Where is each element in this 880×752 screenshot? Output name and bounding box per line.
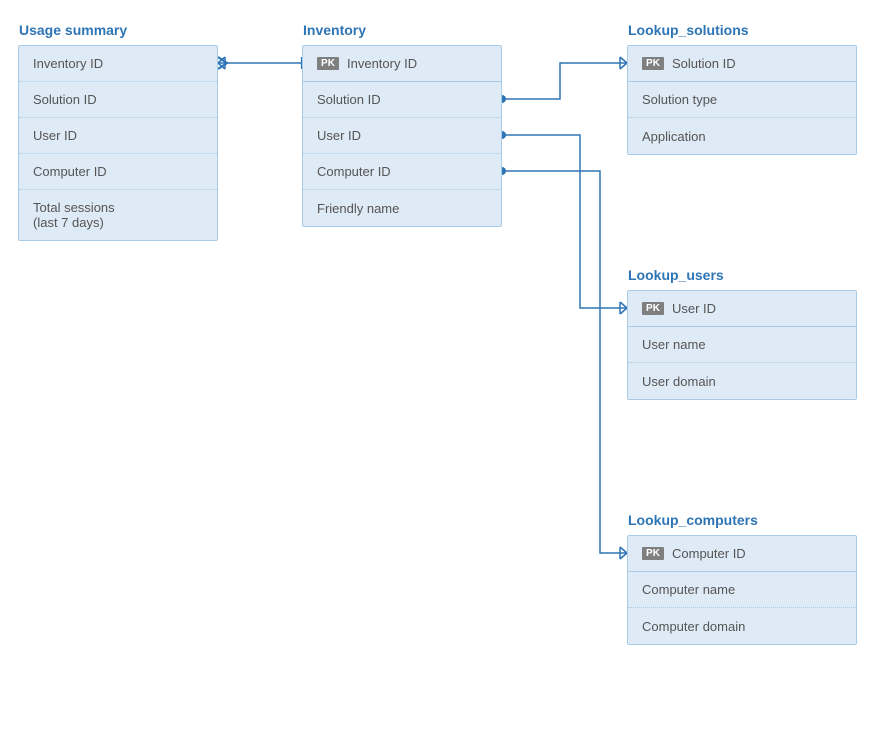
usage-summary-field-solution-id: Solution ID (33, 92, 97, 107)
inventory-field-solution-id: Solution ID (317, 92, 381, 107)
pk-badge-inventory-id: PK (317, 57, 339, 70)
lookup-computers-row-computer-domain: Computer domain (628, 608, 856, 644)
lookup-computers-field-computer-domain: Computer domain (642, 619, 745, 634)
lookup-solutions-field-application: Application (642, 129, 706, 144)
inventory-row-user-id: User ID (303, 118, 501, 154)
inventory-row-friendly-name: Friendly name (303, 190, 501, 226)
inventory-field-computer-id: Computer ID (317, 164, 391, 179)
lookup-solutions-row-solution-type: Solution type (628, 82, 856, 118)
pk-badge-computer-id: PK (642, 547, 664, 560)
inventory-field-friendly-name: Friendly name (317, 201, 399, 216)
lookup-computers-field-computer-id: Computer ID (672, 546, 746, 561)
lookup-computers-title: Lookup_computers (628, 512, 758, 528)
usage-summary-row-computer-id: Computer ID (19, 154, 217, 190)
lookup-users-row-user-id: PK User ID (628, 291, 856, 327)
lookup-users-table: Lookup_users PK User ID User name User d… (627, 290, 857, 400)
usage-summary-row-solution-id: Solution ID (19, 82, 217, 118)
cf-comp-bottom (620, 553, 627, 559)
usage-summary-table: Usage summary Inventory ID Solution ID U… (18, 45, 218, 241)
diagram-canvas: Usage summary Inventory ID Solution ID U… (0, 0, 880, 752)
lookup-computers-row-computer-id: PK Computer ID (628, 536, 856, 572)
usage-summary-row-total-sessions: Total sessions(last 7 days) (19, 190, 217, 240)
connector-solution-id (502, 63, 627, 99)
inventory-title: Inventory (303, 22, 366, 38)
lookup-solutions-field-solution-type: Solution type (642, 92, 717, 107)
cf-sol-bottom (620, 63, 627, 69)
lookup-users-title: Lookup_users (628, 267, 724, 283)
usage-summary-field-computer-id: Computer ID (33, 164, 107, 179)
lookup-users-field-user-id: User ID (672, 301, 716, 316)
lookup-users-row-user-name: User name (628, 327, 856, 363)
lookup-computers-table: Lookup_computers PK Computer ID Computer… (627, 535, 857, 645)
pk-badge-user-id: PK (642, 302, 664, 315)
cf-usr-bottom (620, 308, 627, 314)
lookup-solutions-table: Lookup_solutions PK Solution ID Solution… (627, 45, 857, 155)
lookup-computers-row-computer-name: Computer name (628, 572, 856, 608)
lookup-solutions-row-application: Application (628, 118, 856, 154)
lookup-computers-field-computer-name: Computer name (642, 582, 735, 597)
lookup-solutions-row-solution-id: PK Solution ID (628, 46, 856, 82)
usage-summary-field-inventory-id: Inventory ID (33, 56, 103, 71)
lookup-users-row-user-domain: User domain (628, 363, 856, 399)
usage-summary-row-user-id: User ID (19, 118, 217, 154)
connector-user-id (502, 135, 627, 308)
cf-comp-top (620, 547, 627, 553)
usage-summary-field-total-sessions: Total sessions(last 7 days) (33, 200, 115, 230)
crowfoot-bottom (218, 63, 225, 69)
inventory-field-inventory-id: Inventory ID (347, 56, 417, 71)
lookup-solutions-field-solution-id: Solution ID (672, 56, 736, 71)
usage-summary-title: Usage summary (19, 22, 127, 38)
inventory-field-user-id: User ID (317, 128, 361, 143)
connector-computer-id (502, 171, 627, 553)
inventory-row-solution-id: Solution ID (303, 82, 501, 118)
pk-badge-solution-id: PK (642, 57, 664, 70)
usage-summary-field-user-id: User ID (33, 128, 77, 143)
cf-sol-top (620, 57, 627, 63)
inventory-row-inventory-id: PK Inventory ID (303, 46, 501, 82)
lookup-users-field-user-name: User name (642, 337, 706, 352)
crowfoot-top (218, 57, 225, 63)
usage-summary-row-inventory-id: Inventory ID (19, 46, 217, 82)
lookup-solutions-title: Lookup_solutions (628, 22, 749, 38)
cf-usr-top (620, 302, 627, 308)
inventory-table: Inventory PK Inventory ID Solution ID Us… (302, 45, 502, 227)
lookup-users-field-user-domain: User domain (642, 374, 716, 389)
inventory-row-computer-id: Computer ID (303, 154, 501, 190)
